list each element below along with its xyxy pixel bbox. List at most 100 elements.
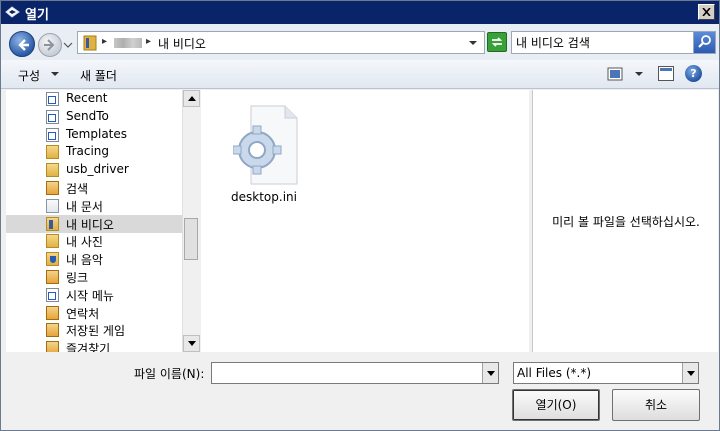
- tree-item[interactable]: Tracing: [6, 143, 182, 161]
- tree-item[interactable]: 시작 메뉴: [6, 286, 182, 304]
- forward-button[interactable]: [38, 33, 62, 57]
- tree-item[interactable]: 검색: [6, 179, 182, 197]
- preview-pane-toggle-icon[interactable]: [658, 66, 674, 81]
- organize-dropdown-icon[interactable]: [51, 72, 59, 76]
- favorites-folder-icon: [46, 341, 59, 352]
- address-row: ▸ ▸ 내 비디오: [1, 24, 719, 60]
- tree-item[interactable]: 저장된 게임: [6, 321, 182, 339]
- search-folder-icon: [46, 181, 59, 195]
- view-dropdown-icon[interactable]: [635, 72, 643, 76]
- close-icon: [702, 8, 711, 16]
- file-type-dropdown-button[interactable]: [682, 363, 698, 383]
- file-list[interactable]: desktop.ini: [201, 90, 529, 352]
- folder-icon: [46, 163, 59, 178]
- back-button[interactable]: [9, 31, 35, 57]
- settings-file-icon: [233, 105, 298, 185]
- tree-item[interactable]: 링크: [6, 268, 182, 286]
- tree-item-label: 내 음악: [66, 253, 103, 268]
- navigation-tree[interactable]: Recent SendTo Templates Tracing usb_driver 검색…: [6, 90, 182, 352]
- filename-input[interactable]: [215, 365, 477, 381]
- saved-games-folder-icon: [46, 323, 59, 338]
- preview-message: 미리 볼 파일을 선택하십시오.: [552, 215, 700, 229]
- preview-pane: 미리 볼 파일을 선택하십시오.: [532, 90, 718, 352]
- scroll-up-button[interactable]: [183, 90, 200, 107]
- tree-item[interactable]: 내 비디오: [6, 214, 182, 233]
- file-type-value: All Files (*.*): [517, 366, 592, 380]
- templates-shortcut-icon: [46, 127, 59, 142]
- tree-scrollbar[interactable]: [182, 90, 200, 352]
- search-input[interactable]: [516, 34, 688, 51]
- folder-icon: [46, 145, 59, 160]
- tree-item-label: SendTo: [66, 108, 109, 123]
- new-folder-button[interactable]: 새 폴더: [80, 67, 117, 84]
- videos-folder-icon: [83, 35, 97, 51]
- tree-item-label: 즐겨찾기: [66, 342, 111, 352]
- search-icon: [698, 35, 711, 48]
- scroll-down-button[interactable]: [183, 335, 200, 352]
- tree-item[interactable]: SendTo: [6, 108, 182, 126]
- file-item[interactable]: desktop.ini: [219, 104, 309, 214]
- redacted-user-crumb[interactable]: [114, 38, 142, 48]
- view-options-icon[interactable]: [607, 67, 623, 81]
- scroll-down-icon: [188, 341, 196, 346]
- tree-item-label: 링크: [66, 271, 89, 285]
- tree-item-label: 저장된 게임: [66, 324, 126, 339]
- cancel-button[interactable]: 취소: [612, 389, 700, 421]
- recent-shortcut-icon: [46, 92, 59, 106]
- filename-dropdown-button[interactable]: [482, 363, 498, 383]
- close-button[interactable]: [698, 4, 715, 20]
- arrow-left-icon: [18, 39, 29, 51]
- search-box[interactable]: [511, 31, 716, 54]
- breadcrumb-separator[interactable]: ▸: [146, 36, 151, 47]
- tree-item-label: 검색: [66, 182, 89, 196]
- sendto-shortcut-icon: [46, 109, 59, 124]
- music-folder-icon: [46, 252, 59, 267]
- breadcrumb-current[interactable]: 내 비디오: [158, 35, 206, 52]
- tree-item-label: 시작 메뉴: [66, 288, 114, 303]
- tree-item[interactable]: 내 문서: [6, 197, 182, 215]
- address-bar[interactable]: ▸ ▸ 내 비디오: [77, 31, 485, 54]
- tree-item-label: Tracing: [66, 144, 110, 159]
- refresh-icon: [491, 37, 503, 47]
- tree-item-label: Templates: [66, 126, 128, 141]
- search-button[interactable]: [693, 32, 715, 53]
- chevron-down-icon: [687, 371, 695, 376]
- links-folder-icon: [46, 270, 59, 284]
- start-menu-shortcut-icon: [46, 287, 59, 302]
- help-icon[interactable]: ?: [685, 65, 702, 82]
- window-title: 열기: [25, 8, 49, 23]
- title-bar[interactable]: 열기: [1, 1, 719, 24]
- tree-item[interactable]: Recent: [6, 90, 182, 108]
- scroll-up-icon: [188, 96, 196, 101]
- file-type-select[interactable]: All Files (*.*): [513, 362, 699, 384]
- organize-menu[interactable]: 구성: [18, 67, 40, 84]
- tree-item-label: 내 비디오: [66, 217, 114, 232]
- open-button[interactable]: 열기(O): [512, 389, 600, 421]
- filename-label: 파일 이름(N):: [134, 367, 205, 381]
- tree-item-label: 내 사진: [66, 235, 103, 250]
- open-dialog: 열기 ▸ ▸ 내 비디오 내 비디오 검색 구성 새 폴더 ? Recent S…: [0, 0, 720, 431]
- filename-combobox[interactable]: [211, 362, 499, 384]
- scroll-thumb[interactable]: [184, 218, 198, 260]
- tree-item[interactable]: Templates: [6, 126, 182, 144]
- videos-folder-icon: [46, 216, 59, 231]
- address-dropdown-icon[interactable]: [468, 39, 478, 47]
- tree-item-label: 연락처: [66, 306, 100, 321]
- tree-item[interactable]: 즐겨찾기: [6, 339, 182, 352]
- window-app-icon: [5, 6, 20, 18]
- tree-item[interactable]: 내 음악: [6, 250, 182, 268]
- refresh-button[interactable]: [487, 32, 507, 52]
- file-name: desktop.ini: [231, 190, 297, 204]
- contacts-folder-icon: [46, 305, 59, 320]
- tree-item[interactable]: usb_driver: [6, 161, 182, 179]
- tree-item-label: Recent: [66, 91, 108, 105]
- arrow-right-icon: [44, 39, 55, 51]
- command-bar: 구성 새 폴더 ?: [1, 60, 719, 89]
- history-dropdown-icon[interactable]: [63, 40, 73, 50]
- tree-item-label: usb_driver: [66, 162, 129, 177]
- breadcrumb-separator[interactable]: ▸: [102, 36, 107, 47]
- tree-item[interactable]: 내 사진: [6, 232, 182, 250]
- pictures-folder-icon: [46, 234, 59, 249]
- tree-item[interactable]: 연락처: [6, 304, 182, 322]
- documents-folder-icon: [46, 198, 59, 213]
